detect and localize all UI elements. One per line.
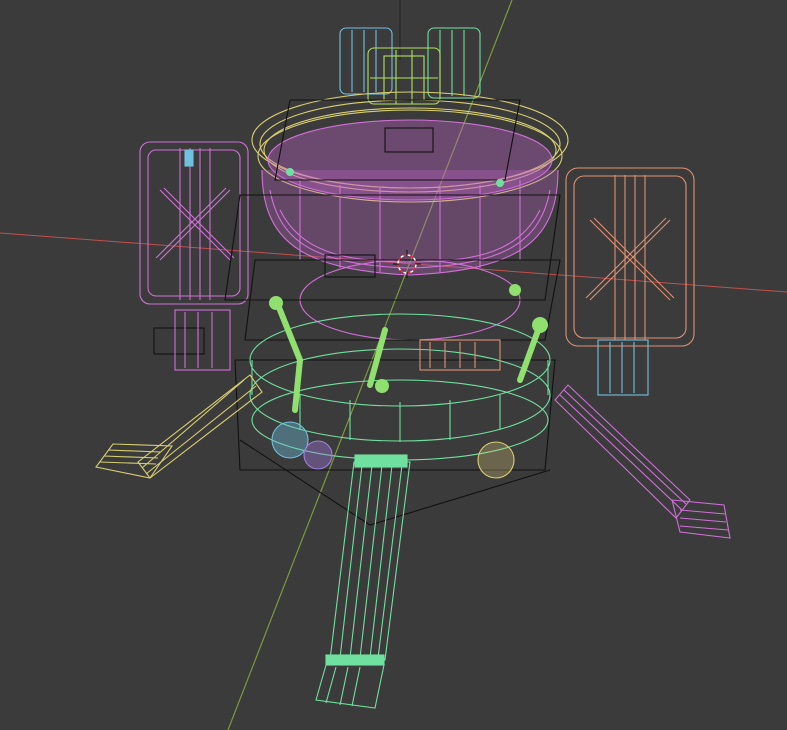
3d-viewport[interactable] [0, 0, 787, 730]
landing-leg-center[interactable] [315, 454, 411, 709]
landing-leg-right[interactable] [554, 384, 731, 539]
top-antenna-green[interactable] [427, 27, 481, 99]
left-solar-panel[interactable] [139, 141, 249, 305]
main-tank[interactable] [261, 119, 559, 341]
landing-leg-left[interactable] [95, 374, 263, 479]
right-solar-panel[interactable] [565, 167, 695, 347]
wireframe-scene [0, 0, 787, 730]
left-thruster-module[interactable] [174, 309, 231, 371]
internal-module[interactable] [419, 339, 501, 371]
right-thruster-module[interactable] [597, 339, 649, 396]
